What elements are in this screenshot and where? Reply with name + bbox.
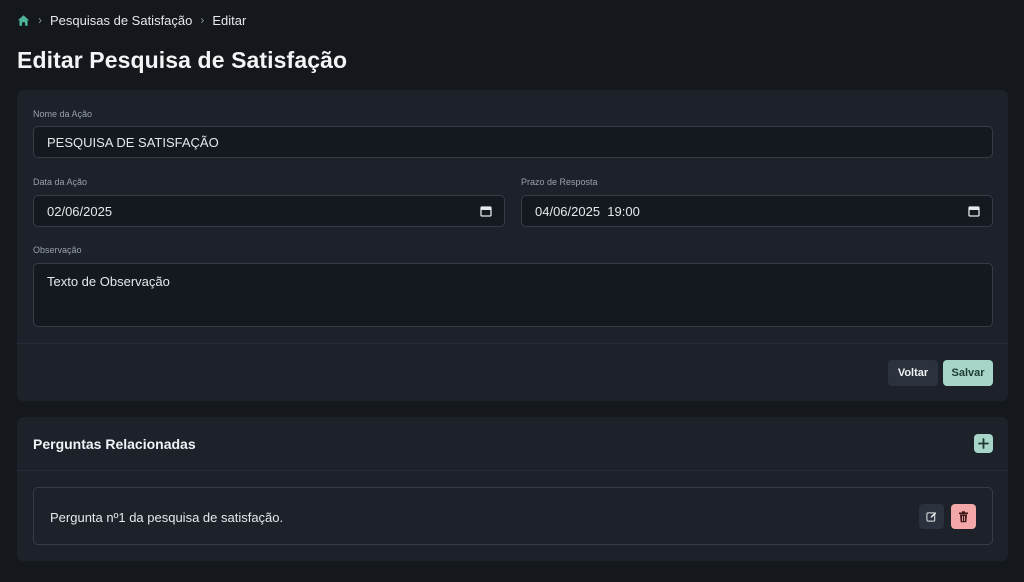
nome-acao-input[interactable]: PESQUISA DE SATISFAÇÃO xyxy=(33,126,993,158)
list-item: Pergunta nº1 da pesquisa de satisfação. xyxy=(33,487,993,545)
page-title: Editar Pesquisa de Satisfação xyxy=(17,47,348,73)
home-icon[interactable] xyxy=(17,14,30,27)
calendar-icon[interactable] xyxy=(968,205,980,217)
divider xyxy=(17,470,1008,471)
save-button[interactable]: Salvar xyxy=(943,360,993,386)
breadcrumb-item-pesquisas[interactable]: Pesquisas de Satisfação xyxy=(50,13,192,28)
plus-icon xyxy=(978,438,989,449)
data-acao-value: 02/06/2025 xyxy=(47,203,113,219)
section-title: Perguntas Relacionadas xyxy=(33,436,196,452)
delete-question-button[interactable] xyxy=(951,504,976,529)
breadcrumb-separator: › xyxy=(38,13,42,27)
add-question-button[interactable] xyxy=(974,434,993,453)
observacao-textarea[interactable]: Texto de Observação xyxy=(33,263,993,327)
data-acao-label: Data da Ação xyxy=(33,177,88,187)
breadcrumb-item-editar: Editar xyxy=(212,12,247,28)
edit-question-button[interactable] xyxy=(919,504,944,529)
nome-acao-label: Nome da Ação xyxy=(33,109,93,119)
breadcrumb-separator: › xyxy=(200,13,205,27)
breadcrumb: › Pesquisas de Satisfação › Editar xyxy=(17,12,246,28)
trash-icon xyxy=(958,510,969,523)
observacao-value: Texto de Observação xyxy=(47,274,170,289)
prazo-resposta-value: 04/06/2025 19:00 xyxy=(535,203,640,219)
back-button[interactable]: Voltar xyxy=(888,360,938,386)
question-text: Pergunta nº1 da pesquisa de satisfação. xyxy=(50,510,284,525)
edit-form-card: Nome da Ação PESQUISA DE SATISFAÇÃO Data… xyxy=(17,90,1008,401)
observacao-label: Observação xyxy=(33,245,82,255)
data-acao-input[interactable]: 02/06/2025 xyxy=(33,195,505,227)
edit-icon xyxy=(926,511,937,522)
prazo-resposta-input[interactable]: 04/06/2025 19:00 xyxy=(521,195,993,227)
nome-acao-value: PESQUISA DE SATISFAÇÃO xyxy=(47,134,219,150)
related-questions-card: Perguntas Relacionadas Pergunta nº1 da p… xyxy=(17,417,1008,561)
calendar-icon[interactable] xyxy=(480,205,492,217)
divider xyxy=(17,343,1008,344)
prazo-resposta-label: Prazo de Resposta xyxy=(521,177,598,187)
